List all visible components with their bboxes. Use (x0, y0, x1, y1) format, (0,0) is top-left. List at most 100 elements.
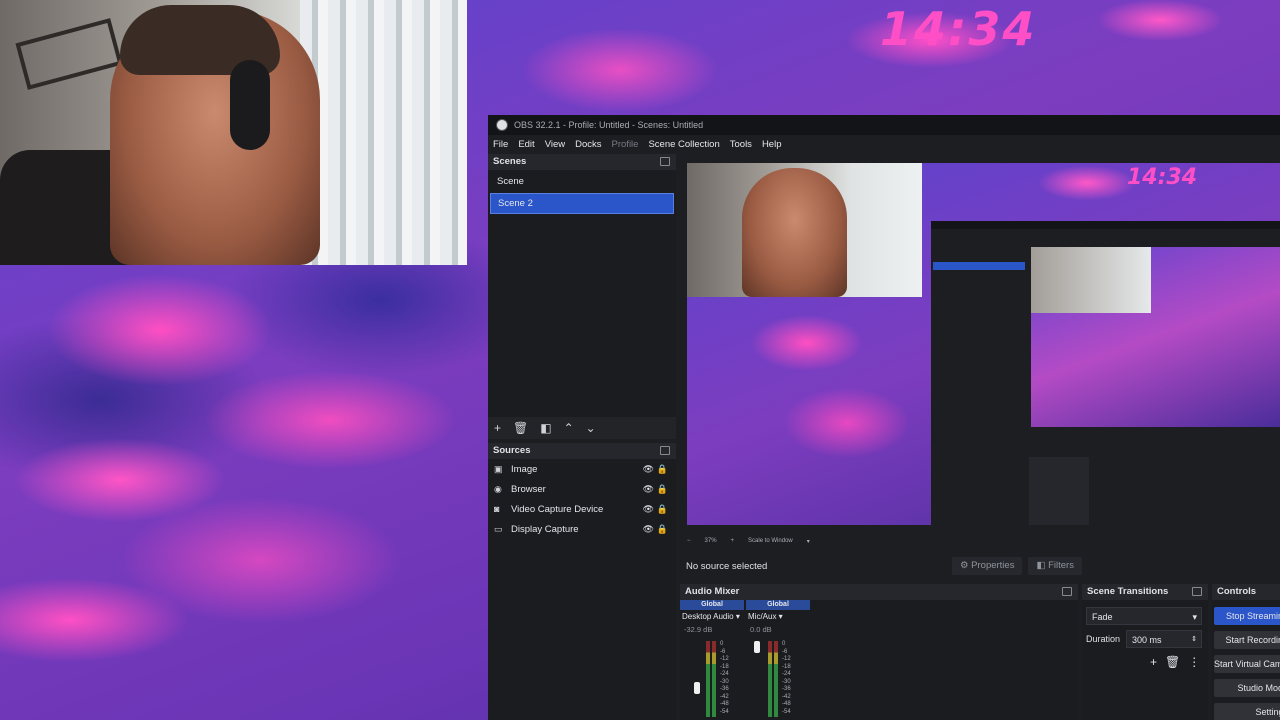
preview-person (742, 168, 847, 297)
undock-icon[interactable] (660, 446, 670, 455)
source-item-video-capture[interactable]: ◙ Video Capture Device 👁 🔒 (488, 499, 676, 519)
undock-icon[interactable] (1062, 587, 1072, 596)
globe-icon: ◉ (494, 483, 502, 494)
scenes-dock-title: Scenes (488, 154, 676, 170)
scale-mode[interactable]: Scale to Window (748, 538, 793, 544)
settings-button[interactable]: Settings (1214, 703, 1280, 720)
obs-window: OBS 32.2.1 - Profile: Untitled - Scenes:… (488, 115, 1280, 720)
wallpaper-clock: 14:34 (880, 2, 1037, 56)
lock-icon[interactable]: 🔒 (657, 524, 668, 535)
camera-icon: ◙ (494, 504, 500, 514)
menu-profile[interactable]: Profile (612, 139, 639, 150)
scene-item-selected[interactable]: Scene 2 (490, 193, 674, 214)
zoom-out-icon[interactable]: − (687, 538, 691, 544)
undock-icon[interactable] (660, 157, 670, 166)
meter-ticks: 0 -6 -12 -18 -24 -30 -36 -42 -48 -54 (720, 641, 729, 715)
lock-icon[interactable]: 🔒 (657, 484, 668, 495)
filters-icon: ◧ (1036, 560, 1049, 571)
curtain (300, 0, 467, 265)
source-item-browser[interactable]: ◉ Browser 👁 🔒 (488, 479, 676, 499)
start-virtual-camera-button[interactable]: Start Virtual Camera (1214, 655, 1280, 673)
channel-db: -32.9 dB (684, 625, 713, 634)
preview-canvas[interactable]: 14:34 (687, 163, 1280, 525)
visibility-eye-icon[interactable]: 👁 (643, 504, 654, 515)
duration-label: Duration (1086, 634, 1121, 644)
scene-transitions-dock: Scene Transitions Fade ▾ Duration 300 ms ⇕… (1082, 584, 1208, 720)
remove-scene-icon[interactable]: 🗑 (513, 421, 528, 435)
sources-dock: Sources ▣ Image 👁 🔒 ◉ Browser 👁 🔒 ◙ Video Captu… (488, 443, 676, 720)
window-title: OBS 32.2.1 - Profile: Untitled - Scenes:… (514, 120, 704, 130)
studio-mode-button[interactable]: Studio Mode (1214, 679, 1280, 697)
audio-mixer-dock: Audio Mixer Global Desktop Audio ▾ -32.9… (680, 584, 1078, 720)
filters-button[interactable]: ◧ Filters (1028, 557, 1082, 575)
volume-fader[interactable] (694, 682, 700, 694)
visibility-eye-icon[interactable]: 👁 (643, 524, 654, 535)
menu-docks[interactable]: Docks (575, 139, 601, 150)
visibility-eye-icon[interactable]: 👁 (643, 484, 654, 495)
obs-logo-icon (496, 119, 508, 131)
zoom-level: 37% (704, 538, 717, 544)
channel-name[interactable]: Mic/Aux ▾ (746, 610, 810, 624)
audio-mixer-title: Audio Mixer (680, 584, 1078, 600)
stop-streaming-button[interactable]: Stop Streaming (1214, 607, 1280, 625)
webcam-overlay (0, 0, 467, 265)
move-down-icon[interactable]: ⌄ (586, 421, 596, 435)
menu-help[interactable]: Help (762, 139, 782, 150)
headset (230, 60, 270, 150)
gear-icon: ⚙ (960, 560, 972, 571)
volume-meter (706, 641, 710, 717)
preview-nested-obs (931, 221, 1280, 525)
preview-webcam (687, 163, 922, 297)
source-item-image[interactable]: ▣ Image 👁 🔒 (488, 459, 676, 479)
controls-title: Controls (1212, 584, 1280, 600)
properties-button[interactable]: ⚙ Properties (952, 557, 1023, 575)
start-recording-button[interactable]: Start Recording (1214, 631, 1280, 649)
volume-meter (712, 641, 716, 717)
menu-view[interactable]: View (545, 139, 565, 150)
menu-scene-collection[interactable]: Scene Collection (648, 139, 719, 150)
meter-ticks: 0 -6 -12 -18 -24 -30 -36 -42 -48 -54 (782, 641, 791, 715)
nested-mixer (1029, 457, 1089, 525)
move-up-icon[interactable]: ⌃ (564, 421, 574, 435)
more-options-icon[interactable]: ⋮ (1188, 655, 1200, 669)
menu-file[interactable]: File (493, 139, 508, 150)
remove-transition-icon[interactable]: 🗑 (1165, 655, 1180, 669)
add-transition-icon[interactable]: + (1150, 655, 1157, 669)
zoom-in-icon[interactable]: + (731, 538, 735, 544)
menu-tools[interactable]: Tools (730, 139, 752, 150)
menu-edit[interactable]: Edit (518, 139, 534, 150)
controls-dock: Controls Stop Streaming Start Recording … (1212, 584, 1280, 720)
volume-meter (774, 641, 778, 717)
scenes-dock: Scenes Scene Scene 2 + 🗑 ◧ ⌃ ⌄ (488, 154, 676, 439)
transition-toolbar: + 🗑 ⋮ (1150, 655, 1200, 669)
nested-selected-scene (933, 262, 1025, 270)
duration-input[interactable]: 300 ms ⇕ (1126, 630, 1202, 648)
title-bar[interactable]: OBS 32.2.1 - Profile: Untitled - Scenes:… (488, 115, 1280, 135)
source-item-display-capture[interactable]: ▭ Display Capture 👁 🔒 (488, 519, 676, 539)
volume-meter (768, 641, 772, 717)
add-scene-icon[interactable]: + (494, 421, 501, 435)
scene-transitions-title: Scene Transitions (1082, 584, 1208, 600)
monitor-icon: ▭ (494, 523, 503, 534)
scene-filters-icon[interactable]: ◧ (540, 421, 551, 435)
lock-icon[interactable]: 🔒 (657, 504, 668, 515)
ceiling-lamp (15, 18, 123, 90)
image-icon: ▣ (494, 463, 503, 474)
volume-fader[interactable] (754, 641, 760, 653)
sources-dock-title: Sources (488, 443, 676, 459)
nested-titlebar (931, 221, 1280, 229)
lock-icon[interactable]: 🔒 (657, 464, 668, 475)
scene-item[interactable]: Scene (490, 172, 674, 191)
channel-scope: Global (680, 600, 744, 610)
chevron-down-icon[interactable]: ▾ (807, 538, 810, 545)
scenes-toolbar: + 🗑 ◧ ⌃ ⌄ (488, 417, 676, 439)
undock-icon[interactable] (1192, 587, 1202, 596)
transition-select[interactable]: Fade ▾ (1086, 607, 1202, 625)
channel-name[interactable]: Desktop Audio ▾ (680, 610, 744, 624)
chevron-down-icon: ▾ (1192, 612, 1197, 622)
stepper-icon[interactable]: ⇕ (1191, 631, 1197, 649)
visibility-eye-icon[interactable]: 👁 (643, 464, 654, 475)
preview-clock: 14:34 (1127, 165, 1198, 190)
channel-scope: Global (746, 600, 810, 610)
menu-bar: File Edit View Docks Profile Scene Colle… (488, 135, 1280, 154)
